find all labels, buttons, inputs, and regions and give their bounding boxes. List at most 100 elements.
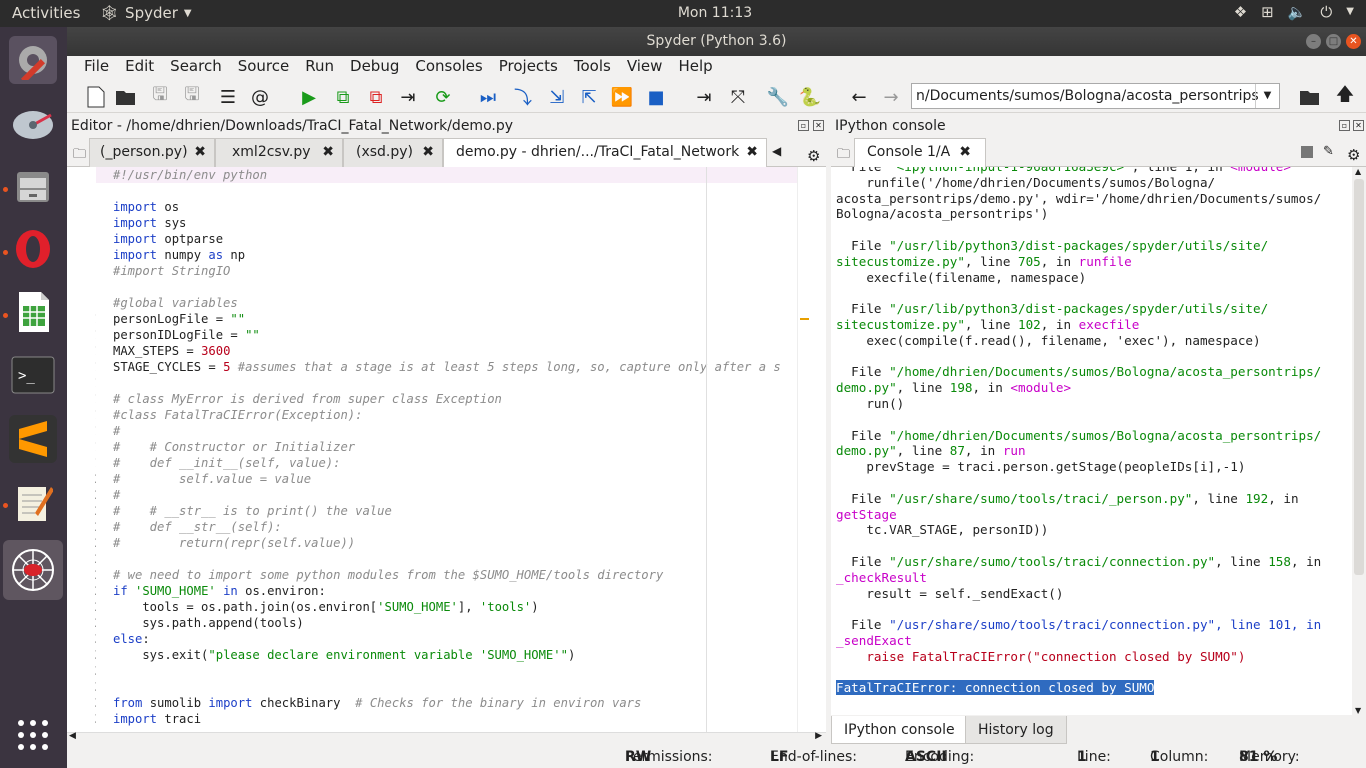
show-applications-icon[interactable] bbox=[9, 711, 57, 759]
close-tab-icon[interactable]: ✖ bbox=[959, 139, 971, 166]
debug-icon[interactable]: ⏭ bbox=[476, 85, 500, 109]
menu-tools[interactable]: Tools bbox=[566, 56, 619, 78]
step-icon[interactable]: ⤵ bbox=[511, 85, 535, 109]
menu-edit[interactable]: Edit bbox=[117, 56, 162, 78]
app-menu[interactable]: 🕸 Spyder ▼ bbox=[100, 4, 192, 22]
activities-button[interactable]: Activities bbox=[12, 4, 80, 22]
menu-debug[interactable]: Debug bbox=[342, 56, 407, 78]
stop-debug-icon[interactable]: ■ bbox=[644, 85, 668, 109]
tab-person-py[interactable]: (_person.py) ✖ bbox=[89, 138, 215, 167]
tab-history-log[interactable]: History log bbox=[965, 716, 1067, 744]
code-line: # bbox=[113, 488, 121, 502]
dropbox-icon[interactable]: ❖ bbox=[1234, 3, 1247, 21]
run-cell-icon[interactable]: ⧉ bbox=[331, 85, 355, 109]
menu-search[interactable]: Search bbox=[162, 56, 230, 78]
menu-run[interactable]: Run bbox=[297, 56, 342, 78]
tab-ipython-console[interactable]: IPython console bbox=[831, 716, 968, 744]
tab-demo-py[interactable]: demo.py - dhrien/.../TraCI_Fatal_Network… bbox=[443, 138, 767, 167]
maximize-pane-icon[interactable]: ⇥ bbox=[692, 85, 716, 109]
close-tab-icon[interactable]: ✖ bbox=[322, 139, 334, 166]
clear-console-icon[interactable]: ✎ bbox=[1323, 144, 1334, 159]
opera-icon[interactable] bbox=[9, 225, 57, 273]
at-icon[interactable]: @ bbox=[248, 85, 272, 109]
editor-horizontal-scrollbar[interactable]: ◀ ▶ bbox=[67, 731, 826, 745]
save-icon[interactable]: 🖫 bbox=[148, 84, 172, 109]
browse-tabs-icon[interactable]: 🗀 bbox=[837, 145, 850, 167]
undock-icon[interactable]: ▫ bbox=[1339, 120, 1350, 131]
close-tab-icon[interactable]: ✖ bbox=[422, 139, 434, 166]
power-icon[interactable]: ⏻ bbox=[1320, 3, 1332, 21]
disk-utility-icon[interactable] bbox=[9, 99, 57, 147]
close-pane-icon[interactable]: ✕ bbox=[813, 120, 824, 131]
python-path-icon[interactable]: 🐍 bbox=[798, 85, 822, 109]
save-all-icon[interactable]: 🖫 bbox=[180, 84, 204, 109]
window-title: Spyder (Python 3.6) bbox=[646, 33, 787, 49]
gear-icon[interactable]: ⚙ bbox=[807, 147, 820, 165]
stop-kernel-icon[interactable] bbox=[1301, 146, 1313, 158]
editor-pane-header: Editor - /home/dhrien/Downloads/TraCI_Fa… bbox=[67, 114, 826, 138]
close-tab-icon[interactable]: ✖ bbox=[746, 139, 758, 166]
rerun-icon[interactable]: ⟳ bbox=[431, 85, 455, 109]
scrollbar-thumb[interactable] bbox=[1354, 179, 1364, 575]
terminal-icon[interactable]: >_ bbox=[9, 351, 57, 399]
tab-console-1a[interactable]: Console 1/A ✖ bbox=[854, 138, 986, 167]
scroll-down-icon[interactable]: ▼ bbox=[1355, 706, 1361, 715]
fullscreen-icon[interactable]: ⤧ bbox=[726, 85, 750, 109]
minimize-button[interactable]: – bbox=[1306, 34, 1321, 49]
sublime-text-icon[interactable] bbox=[9, 415, 57, 463]
working-directory-combo[interactable]: n/Documents/sumos/Bologna/acosta_persont… bbox=[911, 83, 1280, 109]
text-editor-icon[interactable] bbox=[9, 478, 57, 526]
step-return-icon[interactable]: ⇱ bbox=[577, 85, 601, 109]
gear-icon[interactable]: ⚙ bbox=[1347, 146, 1360, 164]
browse-tabs-icon[interactable]: 🗀 bbox=[73, 145, 86, 167]
code-line: # return(repr(self.value)) bbox=[113, 536, 356, 550]
tab-xsd-py[interactable]: (xsd.py) ✖ bbox=[343, 138, 443, 167]
chevron-down-icon[interactable]: ▼ bbox=[1346, 3, 1354, 21]
run-selection-icon[interactable]: ⇥ bbox=[396, 85, 420, 109]
maximize-button[interactable]: □ bbox=[1326, 34, 1341, 49]
console-vertical-scrollbar[interactable]: ▲ ▼ bbox=[1352, 167, 1366, 715]
scroll-up-icon[interactable]: ▲ bbox=[1355, 167, 1361, 176]
undock-icon[interactable]: ▫ bbox=[798, 120, 809, 131]
open-file-icon[interactable] bbox=[115, 85, 139, 109]
scroll-tabs-left-icon[interactable]: ◀ bbox=[772, 144, 781, 158]
tab-xml2csv-py[interactable]: xml2csv.py ✖ bbox=[215, 138, 343, 167]
menu-projects[interactable]: Projects bbox=[491, 56, 566, 78]
menu-consoles[interactable]: Consoles bbox=[407, 56, 490, 78]
new-file-icon[interactable] bbox=[84, 85, 108, 109]
code-editor[interactable]: #!/usr/bin/env python import os import s… bbox=[96, 167, 797, 732]
editor-vertical-scrollbar[interactable] bbox=[797, 167, 826, 732]
parent-directory-icon[interactable]: 🡅 bbox=[1333, 84, 1357, 109]
ipython-console-output[interactable]: File "<ipython-input-1-96a6f16a3e9c>", l… bbox=[831, 167, 1352, 715]
scroll-left-icon[interactable]: ◀ bbox=[69, 731, 76, 741]
run-icon[interactable]: ▶ bbox=[297, 85, 321, 109]
browse-folder-icon[interactable] bbox=[1299, 85, 1323, 109]
wrench-icon[interactable]: 🔧 bbox=[766, 85, 790, 109]
files-icon[interactable] bbox=[9, 162, 57, 210]
system-tray[interactable]: ❖ ⊞ 🔈 ⏻ ▼ bbox=[1234, 3, 1354, 21]
back-arrow-icon[interactable]: ← bbox=[847, 85, 871, 109]
warning-marker[interactable] bbox=[800, 318, 809, 320]
volume-icon[interactable]: 🔈 bbox=[1288, 3, 1307, 21]
spyder-app-icon[interactable] bbox=[3, 540, 63, 600]
spreadsheet-icon[interactable] bbox=[9, 288, 57, 336]
run-cell-advance-icon[interactable]: ⧉ bbox=[364, 85, 388, 109]
chevron-down-icon[interactable]: ▼ bbox=[1255, 84, 1279, 108]
network-icon[interactable]: ⊞ bbox=[1261, 3, 1274, 21]
menu-help[interactable]: Help bbox=[670, 56, 720, 78]
close-pane-icon[interactable]: ✕ bbox=[1353, 120, 1364, 131]
scroll-right-icon[interactable]: ▶ bbox=[815, 731, 822, 741]
menu-source[interactable]: Source bbox=[230, 56, 298, 78]
clock[interactable]: Mon 11:13 bbox=[660, 5, 770, 21]
menu-file[interactable]: File bbox=[76, 56, 117, 78]
settings-app-icon[interactable] bbox=[9, 36, 57, 84]
close-button[interactable]: ✕ bbox=[1346, 34, 1361, 49]
forward-arrow-icon[interactable]: → bbox=[879, 85, 903, 109]
menu-view[interactable]: View bbox=[619, 56, 671, 78]
continue-icon[interactable]: ⏩ bbox=[610, 85, 634, 109]
browse-tabs-icon[interactable]: ☰ bbox=[216, 85, 240, 109]
step-into-icon[interactable]: ⇲ bbox=[545, 85, 569, 109]
close-tab-icon[interactable]: ✖ bbox=[194, 139, 206, 166]
